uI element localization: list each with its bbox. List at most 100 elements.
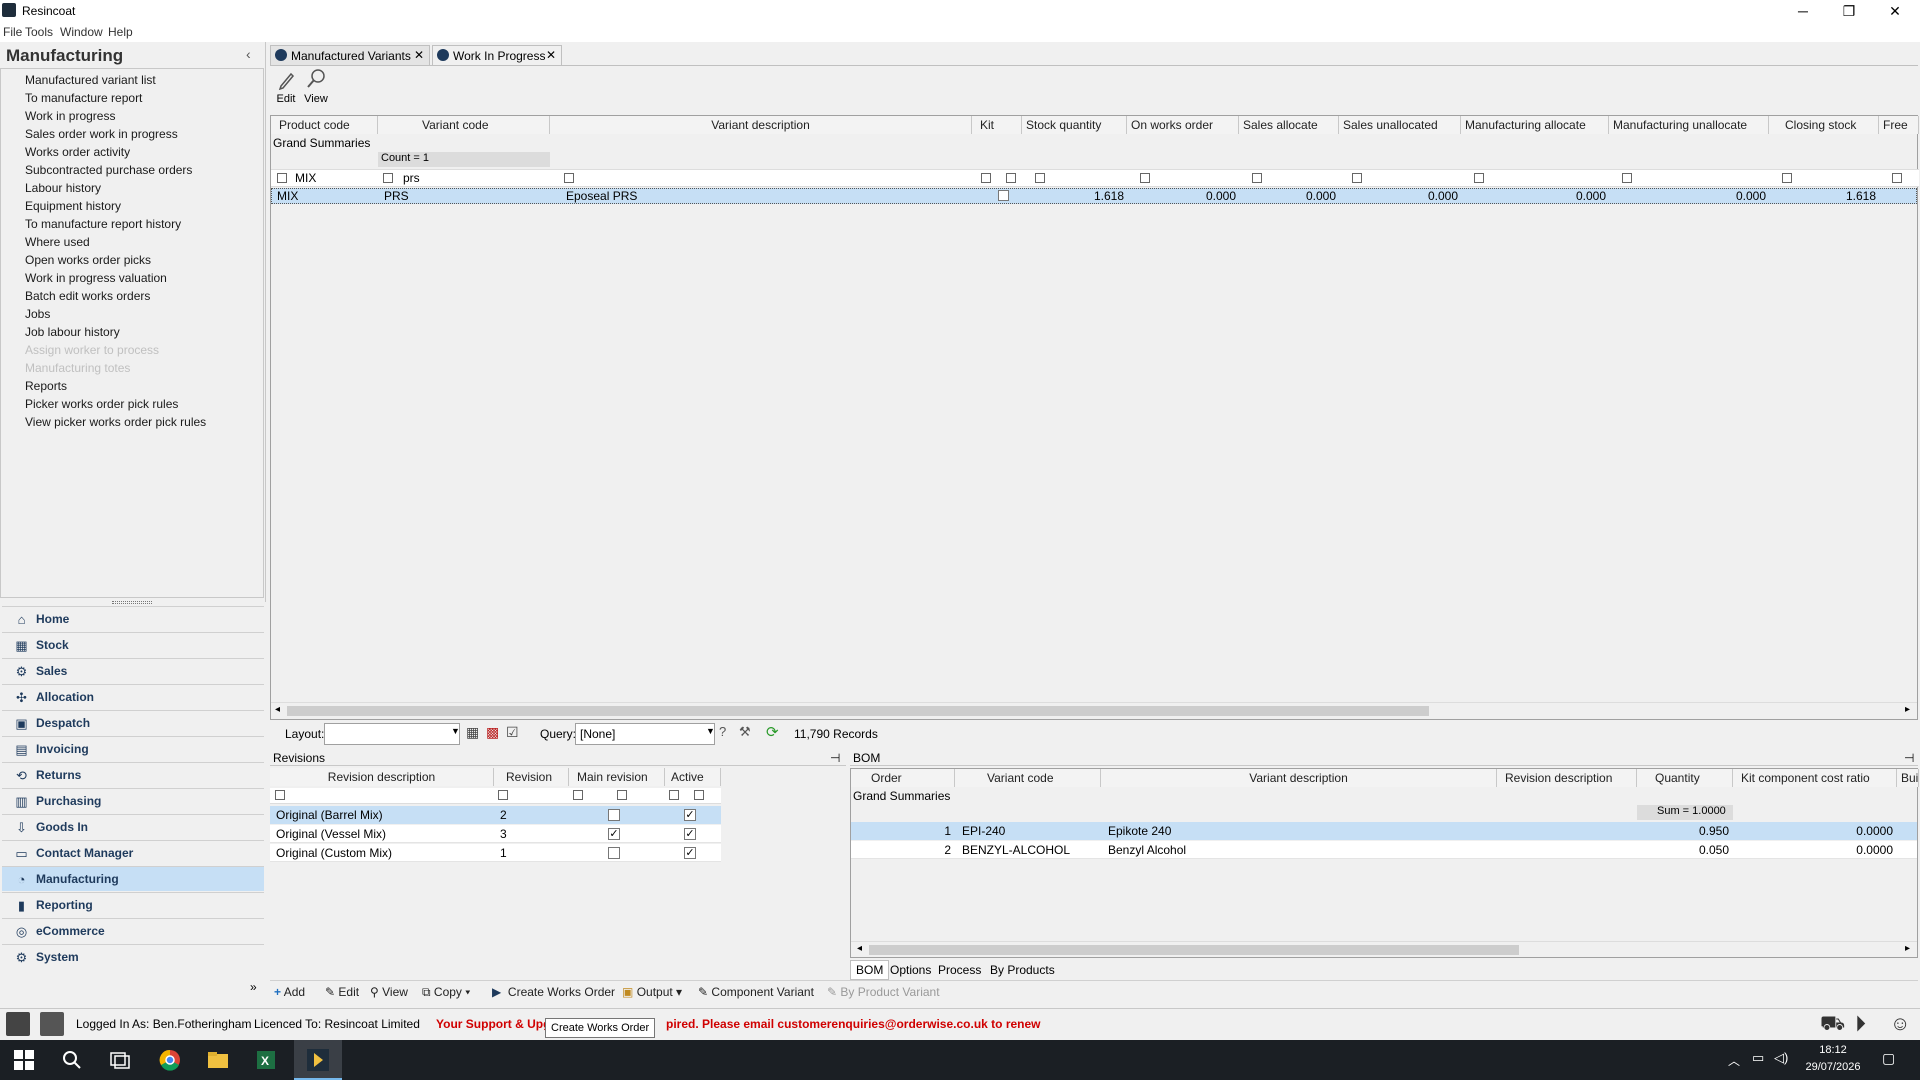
view-action-button[interactable]: ⚲ View <box>370 985 408 999</box>
table-row[interactable]: Original (Custom Mix) 1 ✓ <box>270 844 721 862</box>
module-sales[interactable]: ⚙ Sales <box>2 658 264 683</box>
edit-layout-icon[interactable]: ☑ <box>506 724 519 741</box>
scroll-right-icon[interactable]: ▸ <box>1905 704 1910 715</box>
module-system[interactable]: ⚙ System <box>2 944 264 969</box>
col-variant-code[interactable]: Variant code <box>378 116 550 134</box>
col-revision[interactable]: Revision <box>494 768 569 786</box>
output-button[interactable]: ▣ Output ▾ <box>622 985 682 999</box>
create-works-order-button[interactable]: ▶ Create Works Order <box>492 985 615 999</box>
module-home[interactable]: ⌂ Home <box>2 606 264 631</box>
sidebar-link[interactable]: Job labour history <box>25 325 120 339</box>
tab-work-in-progress[interactable]: Work In Progress ✕ <box>432 45 562 65</box>
col-sales-unallocated[interactable]: Sales unallocated <box>1339 116 1461 134</box>
chevron-down-icon[interactable]: ▼ <box>706 726 715 736</box>
col-stock-quantity[interactable]: Stock quantity <box>1022 116 1127 134</box>
active-checkbox[interactable]: ✓ <box>684 809 696 821</box>
col-order[interactable]: Order <box>851 769 955 787</box>
subtab-bom[interactable]: BOM <box>850 960 890 980</box>
restore-button[interactable]: ❐ <box>1826 0 1872 22</box>
col-kit[interactable]: Kit <box>972 116 1022 134</box>
component-variant-button[interactable]: ✎ Component Variant <box>698 985 814 999</box>
col-variant-description[interactable]: Variant description <box>550 116 972 134</box>
copy-button[interactable]: ⧉ Copy ▾ <box>422 985 470 1000</box>
filter-operator-icon[interactable] <box>981 173 991 183</box>
sidebar-link[interactable]: Manufactured variant list <box>25 73 156 87</box>
scroll-left-icon[interactable]: ◂ <box>857 943 862 954</box>
sidebar-link[interactable]: Picker works order pick rules <box>25 397 178 411</box>
table-row[interactable]: 2 BENZYL-ALCOHOL Benzyl Alcohol 0.050 0.… <box>851 841 1917 859</box>
chevron-down-icon[interactable]: ▼ <box>451 726 460 736</box>
filter-kit-checkbox[interactable] <box>1006 173 1016 183</box>
main-revision-checkbox[interactable]: ✓ <box>608 828 620 840</box>
filter-operator-icon[interactable] <box>1352 173 1362 183</box>
col-manufacturing-allocate[interactable]: Manufacturing allocate <box>1461 116 1609 134</box>
table-row[interactable]: 1 EPI-240 Epikote 240 0.950 0.0000 <box>851 822 1917 840</box>
col-manufacturing-unallocate[interactable]: Manufacturing unallocate <box>1609 116 1769 134</box>
filter-operator-icon[interactable] <box>1892 173 1902 183</box>
filter-operator-icon[interactable] <box>1140 173 1150 183</box>
scrollbar-thumb[interactable] <box>869 945 1519 955</box>
module-allocation[interactable]: ✣ Allocation <box>2 684 264 709</box>
sidebar-link[interactable]: To manufacture report <box>25 91 142 105</box>
delete-layout-icon[interactable]: ▩ <box>486 724 499 741</box>
col-closing-stock[interactable]: Closing stock <box>1769 116 1879 134</box>
module-ecommerce[interactable]: ◎ eCommerce <box>2 918 264 943</box>
scroll-right-icon[interactable]: ▸ <box>1905 943 1910 954</box>
edit-action-button[interactable]: ✎ Edit <box>325 985 359 999</box>
scroll-left-icon[interactable]: ◂ <box>275 704 280 715</box>
filter-variant-code[interactable]: prs <box>403 171 420 185</box>
col-revision-description[interactable]: Revision description <box>270 768 494 786</box>
package-icon[interactable] <box>40 1012 64 1036</box>
filter-operator-icon[interactable] <box>564 173 574 183</box>
sidebar-link[interactable]: Subcontracted purchase orders <box>25 163 192 177</box>
menu-tools[interactable]: Tools <box>25 25 53 39</box>
user-icon[interactable] <box>6 1012 30 1036</box>
module-invoicing[interactable]: ▤ Invoicing <box>2 736 264 761</box>
close-tab-icon[interactable]: ✕ <box>414 48 424 62</box>
col-main-revision[interactable]: Main revision <box>569 768 665 786</box>
sidebar-link[interactable]: Work in progress valuation <box>25 271 167 285</box>
menu-file[interactable]: File <box>3 25 22 39</box>
col-quantity[interactable]: Quantity <box>1637 769 1733 787</box>
filter-checkbox[interactable] <box>617 790 627 800</box>
col-bui[interactable]: Bui <box>1897 769 1919 787</box>
module-goods-in[interactable]: ⇩ Goods In <box>2 814 264 839</box>
filter-operator-icon[interactable] <box>383 173 393 183</box>
sidebar-link[interactable]: Reports <box>25 379 67 393</box>
col-product-code[interactable]: Product code <box>271 116 378 134</box>
sidebar-link[interactable]: Works order activity <box>25 145 130 159</box>
collapse-sidebar-icon[interactable]: ‹ <box>246 46 251 62</box>
network-icon[interactable]: ▭ <box>1752 1050 1764 1066</box>
sidebar-link[interactable]: Jobs <box>25 307 50 321</box>
query-edit-icon[interactable]: ⚒ <box>739 724 751 740</box>
tab-manufactured-variants[interactable]: Manufactured Variants ✕ <box>270 45 430 65</box>
filter-operator-icon[interactable] <box>1622 173 1632 183</box>
play-circle-icon[interactable]: ⏵ <box>1855 1011 1866 1037</box>
col-sales-allocate[interactable]: Sales allocate <box>1239 116 1339 134</box>
filter-operator-icon[interactable] <box>669 790 679 800</box>
filter-product-code[interactable]: MIX <box>295 171 316 185</box>
sidebar-link[interactable]: View picker works order pick rules <box>25 415 206 429</box>
close-tab-icon[interactable]: ✕ <box>546 48 556 62</box>
pin-icon[interactable]: ⊣ <box>1904 750 1914 766</box>
layout-select[interactable] <box>324 723 460 745</box>
close-window-button[interactable]: ✕ <box>1872 0 1918 22</box>
subtab-options[interactable]: Options <box>890 963 931 977</box>
filter-checkbox[interactable] <box>694 790 704 800</box>
col-revision-description[interactable]: Revision description <box>1497 769 1637 787</box>
module-returns[interactable]: ⟲ Returns <box>2 762 264 787</box>
col-active[interactable]: Active <box>665 768 721 786</box>
tray-chevron-icon[interactable]: ︿ <box>1728 1052 1740 1069</box>
taskbar-date[interactable]: 29/07/2026 <box>1800 1061 1866 1073</box>
module-stock[interactable]: ▦ Stock <box>2 632 264 657</box>
module-contact-manager[interactable]: ▭ Contact Manager <box>2 840 264 865</box>
query-help-icon[interactable]: ? <box>719 724 726 739</box>
main-revision-checkbox[interactable] <box>608 847 620 859</box>
add-button[interactable]: + Add <box>274 985 305 999</box>
menu-help[interactable]: Help <box>108 25 133 39</box>
main-revision-checkbox[interactable] <box>608 809 620 821</box>
edit-button[interactable]: Edit <box>274 68 298 105</box>
splitter-grip[interactable] <box>112 601 152 604</box>
minimize-button[interactable]: ─ <box>1780 0 1826 22</box>
notification-icon[interactable]: ▢ <box>1882 1050 1895 1067</box>
